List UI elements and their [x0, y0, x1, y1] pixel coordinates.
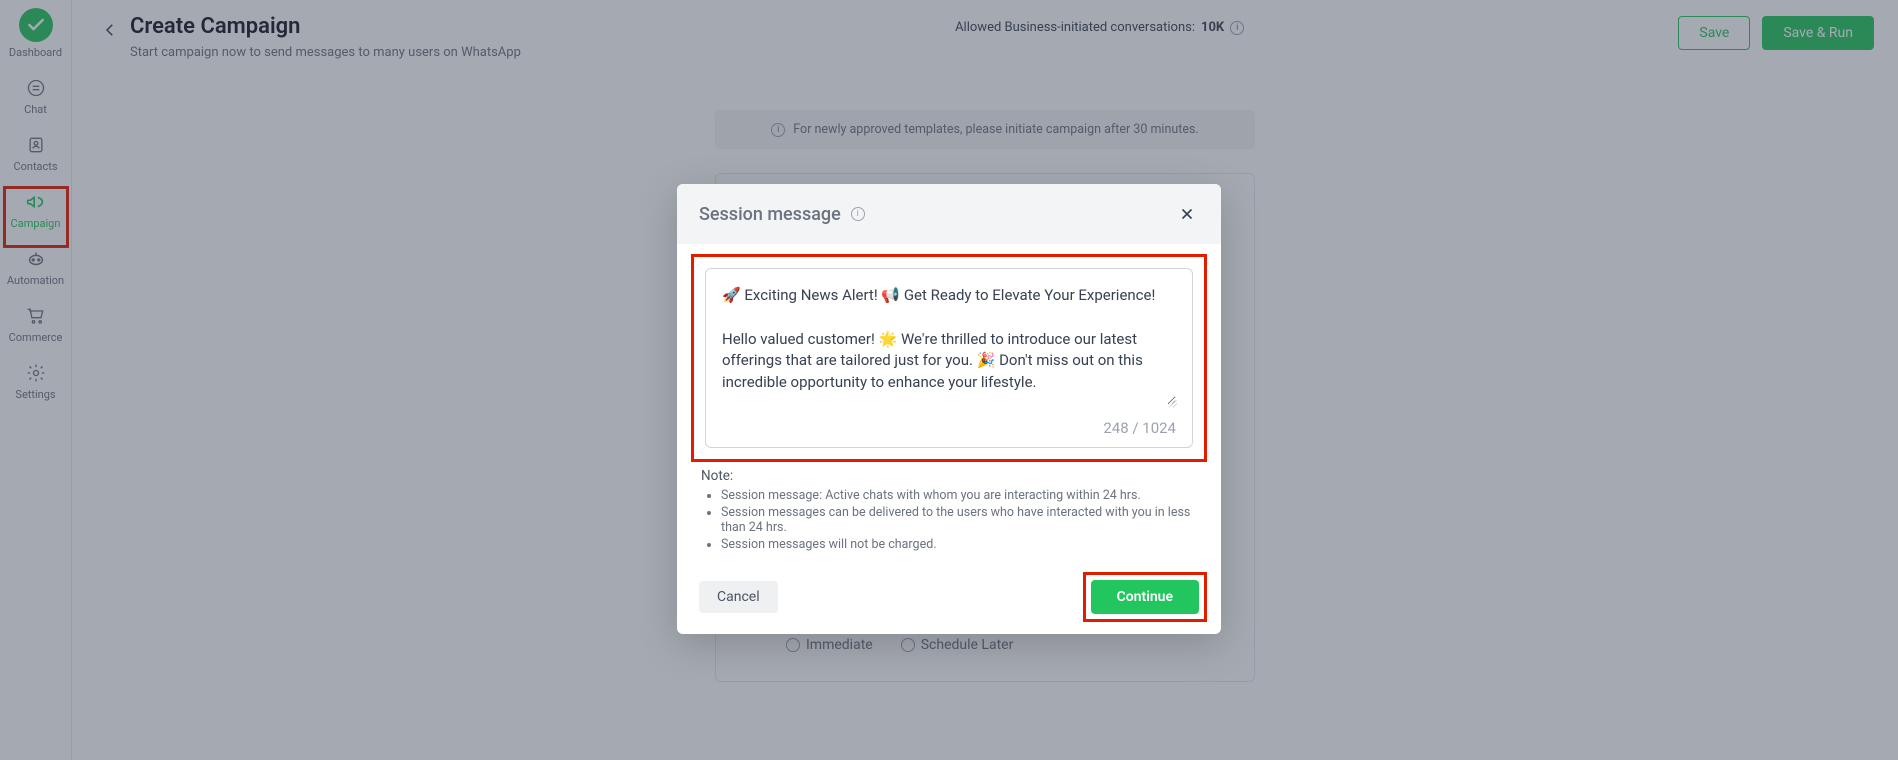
note-item: Session message: Active chats with whom …	[721, 488, 1199, 503]
note-item: Session messages will not be charged.	[721, 537, 1199, 552]
session-message-modal: Session message i 248 / 1024 Note: Sessi…	[677, 184, 1221, 634]
session-message-textarea[interactable]	[722, 285, 1176, 405]
message-box: 248 / 1024	[705, 268, 1193, 448]
note-list: Session message: Active chats with whom …	[699, 488, 1199, 552]
modal-body: 248 / 1024 Note: Session message: Active…	[677, 244, 1221, 564]
modal-footer: Cancel Continue	[677, 564, 1221, 634]
cancel-button[interactable]: Cancel	[699, 581, 778, 613]
info-icon[interactable]: i	[851, 207, 865, 221]
modal-close-button[interactable]	[1175, 202, 1199, 226]
message-frame: 248 / 1024	[699, 262, 1199, 454]
note-item: Session messages can be delivered to the…	[721, 505, 1199, 535]
modal-title: Session message	[699, 204, 841, 225]
char-count: 248 / 1024	[722, 419, 1176, 437]
resize-handle-icon[interactable]	[1168, 397, 1178, 407]
continue-button[interactable]: Continue	[1091, 580, 1199, 614]
close-icon	[1178, 205, 1196, 223]
note-title: Note:	[701, 468, 1199, 484]
modal-header: Session message i	[677, 184, 1221, 244]
